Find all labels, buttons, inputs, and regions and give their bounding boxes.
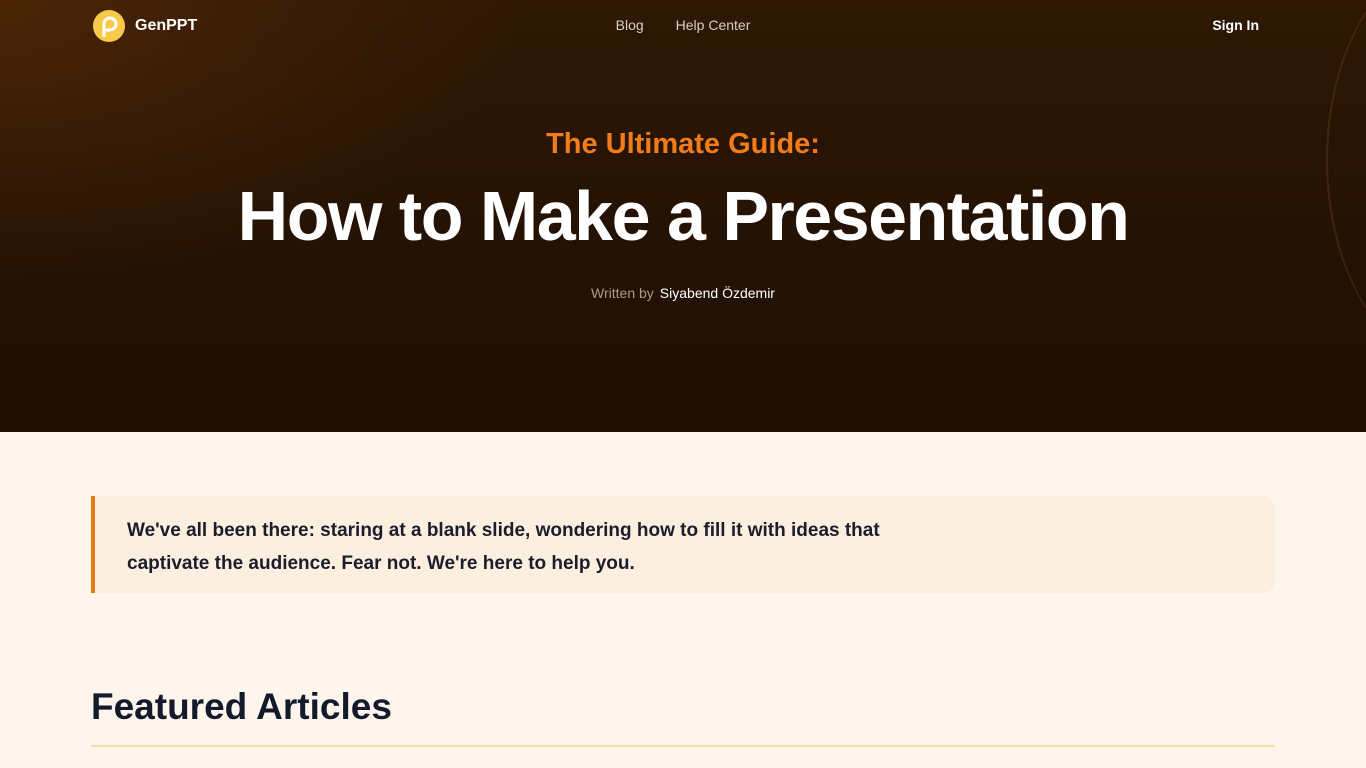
page-title: How to Make a Presentation — [237, 177, 1130, 255]
hero-section: GenPPT Blog Help Center Sign In The Ulti… — [0, 0, 1366, 432]
main-content: We've all been there: staring at a blank… — [0, 432, 1366, 768]
hero-kicker: The Ultimate Guide: — [546, 128, 820, 160]
sign-in-button[interactable]: Sign In — [1212, 17, 1259, 33]
byline: Written by Siyabend Özdemir — [0, 285, 1366, 301]
intro-text: We've all been there: staring at a blank… — [127, 520, 880, 574]
nav-links: Blog Help Center — [0, 17, 1366, 33]
featured-articles-title: Featured Articles — [91, 686, 392, 727]
nav-link-blog[interactable]: Blog — [616, 17, 644, 33]
nav-link-help-center[interactable]: Help Center — [676, 17, 751, 33]
section-divider — [91, 745, 1275, 747]
author-name[interactable]: Siyabend Özdemir — [660, 285, 775, 301]
intro-callout: We've all been there: staring at a blank… — [91, 496, 1275, 593]
byline-prefix: Written by — [591, 285, 654, 301]
top-nav: GenPPT Blog Help Center Sign In — [0, 0, 1366, 52]
